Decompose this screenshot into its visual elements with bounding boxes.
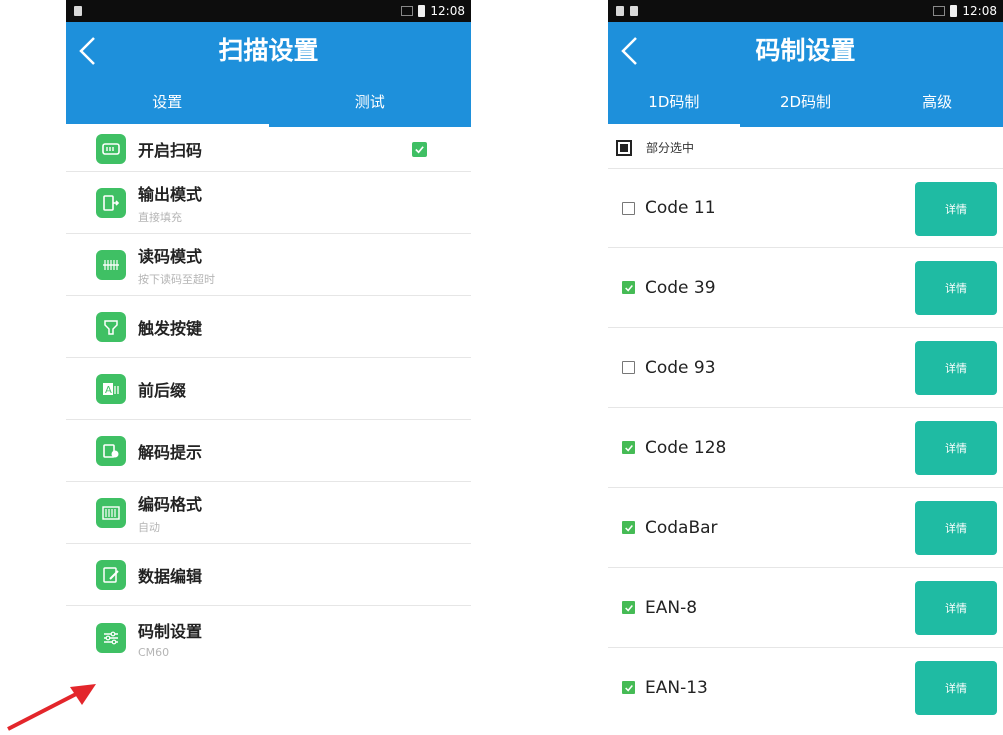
menu-item-encoding-format[interactable]: 编码格式 自动 (66, 482, 471, 544)
encoding-icon (96, 497, 126, 528)
symbology-checkbox[interactable] (622, 681, 635, 694)
decode-hint-icon (96, 435, 126, 466)
symbology-name: Code 93 (645, 357, 716, 378)
partial-select-checkbox[interactable] (616, 139, 632, 156)
notification-icon (630, 6, 638, 16)
edit-icon (96, 559, 126, 590)
menu-item-label: 解码提示 (138, 442, 203, 462)
trigger-key-icon (96, 311, 126, 342)
notification-icon (616, 6, 624, 16)
signal-icon (401, 6, 414, 16)
menu-item-value: 直接填充 (138, 210, 182, 224)
tab-test[interactable]: 测试 (269, 79, 472, 127)
prefix-suffix-icon: A (96, 373, 126, 404)
menu-item-data-edit[interactable]: 数据编辑 (66, 544, 471, 606)
svg-text:A: A (105, 385, 112, 396)
symbology-checkbox[interactable] (622, 281, 635, 294)
checkmark-icon (415, 145, 424, 153)
signal-icon (933, 6, 946, 16)
checkmark-icon (624, 444, 633, 452)
menu-item-label: 读码模式 (138, 246, 203, 266)
tab-2d-symbology[interactable]: 2D码制 (740, 79, 872, 127)
sliders-icon (96, 623, 126, 653)
symbology-row[interactable]: Code 39 详情 (608, 248, 1003, 328)
menu-item-label: 输出模式 (138, 184, 203, 204)
detail-button[interactable]: 详情 (915, 501, 997, 555)
symbology-row[interactable]: EAN-13 详情 (608, 648, 1003, 718)
menu-item-decode-hint[interactable]: 解码提示 (66, 420, 471, 482)
detail-button[interactable]: 详情 (915, 421, 997, 475)
status-bar: 12:08 (66, 0, 471, 22)
symbology-row[interactable]: CodaBar 详情 (608, 488, 1003, 568)
page-title: 扫描设置 (218, 36, 319, 65)
menu-item-value: CM60 (138, 645, 170, 659)
battery-icon (950, 5, 958, 17)
symbology-name: Code 128 (645, 437, 727, 458)
scan-settings-screen: 12:08 扫描设置 设置 测试 开启扫码 输出模式 直接填充 读码模式 按下读… (66, 0, 471, 718)
detail-button[interactable]: 详情 (915, 581, 997, 635)
menu-item-label: 数据编辑 (138, 566, 203, 586)
menu-item-label: 码制设置 (138, 621, 203, 641)
checkmark-icon (624, 284, 633, 292)
settings-menu: 开启扫码 输出模式 直接填充 读码模式 按下读码至超时 触发按键 A 前后缀 解… (66, 127, 471, 670)
checkmark-icon (624, 524, 633, 532)
menu-item-read-mode[interactable]: 读码模式 按下读码至超时 (66, 234, 471, 296)
menu-item-label: 编码格式 (138, 494, 203, 514)
detail-button[interactable]: 详情 (915, 661, 997, 715)
barcode-read-icon (96, 249, 126, 280)
symbology-list: Code 11 详情 Code 39 详情 Code 93 详情 Code 12… (608, 168, 1003, 718)
app-bar: 扫描设置 (66, 22, 471, 79)
tab-1d-symbology[interactable]: 1D码制 (608, 79, 740, 127)
app-bar: 码制设置 (608, 22, 1003, 79)
symbology-checkbox[interactable] (622, 441, 635, 454)
scanner-icon (96, 134, 126, 164)
annotation-arrow-icon (7, 684, 96, 731)
menu-item-value: 自动 (138, 520, 160, 534)
menu-item-symbology-settings[interactable]: 码制设置 CM60 (66, 606, 471, 670)
page-title: 码制设置 (755, 36, 856, 65)
symbology-checkbox[interactable] (622, 201, 635, 215)
menu-item-label: 开启扫码 (138, 141, 203, 160)
symbology-name: CodaBar (645, 517, 718, 538)
symbology-name: Code 11 (645, 198, 716, 218)
tab-bar: 设置 测试 (66, 79, 471, 127)
symbology-name: Code 39 (645, 277, 716, 298)
symbology-row[interactable]: Code 11 详情 (608, 168, 1003, 248)
battery-icon (418, 5, 426, 17)
menu-item-value: 按下读码至超时 (138, 272, 215, 286)
partial-select-label: 部分选中 (646, 141, 695, 155)
symbology-row[interactable]: EAN-8 详情 (608, 568, 1003, 648)
checkmark-icon (624, 684, 633, 692)
menu-item-prefix-suffix[interactable]: A 前后缀 (66, 358, 471, 420)
menu-item-enable-scan[interactable]: 开启扫码 (66, 127, 471, 172)
symbology-name: EAN-13 (645, 677, 708, 698)
symbology-name: EAN-8 (645, 597, 698, 618)
symbology-settings-screen: 12:08 码制设置 1D码制 2D码制 高级 部分选中 Code 11 详情 … (608, 0, 1003, 718)
symbology-row[interactable]: Code 93 详情 (608, 328, 1003, 408)
status-time: 12:08 (962, 4, 997, 18)
status-time: 12:08 (430, 4, 465, 18)
detail-button[interactable]: 详情 (915, 182, 997, 236)
detail-button[interactable]: 详情 (915, 341, 997, 395)
select-all-row[interactable]: 部分选中 (608, 127, 1003, 168)
symbology-checkbox[interactable] (622, 601, 635, 614)
menu-item-label: 触发按键 (138, 318, 203, 338)
tab-bar: 1D码制 2D码制 高级 (608, 79, 1003, 127)
symbology-row[interactable]: Code 128 详情 (608, 408, 1003, 488)
output-icon (96, 187, 126, 218)
tab-advanced[interactable]: 高级 (871, 79, 1003, 127)
menu-item-output-mode[interactable]: 输出模式 直接填充 (66, 172, 471, 234)
symbology-checkbox[interactable] (622, 521, 635, 534)
symbology-checkbox[interactable] (622, 361, 635, 374)
tab-settings[interactable]: 设置 (66, 79, 269, 127)
enable-scan-checkbox[interactable] (412, 141, 427, 157)
notification-icon (74, 6, 82, 16)
menu-item-label: 前后缀 (138, 380, 187, 400)
detail-button[interactable]: 详情 (915, 261, 997, 315)
menu-item-trigger-key[interactable]: 触发按键 (66, 296, 471, 358)
status-bar: 12:08 (608, 0, 1003, 22)
checkmark-icon (624, 604, 633, 612)
